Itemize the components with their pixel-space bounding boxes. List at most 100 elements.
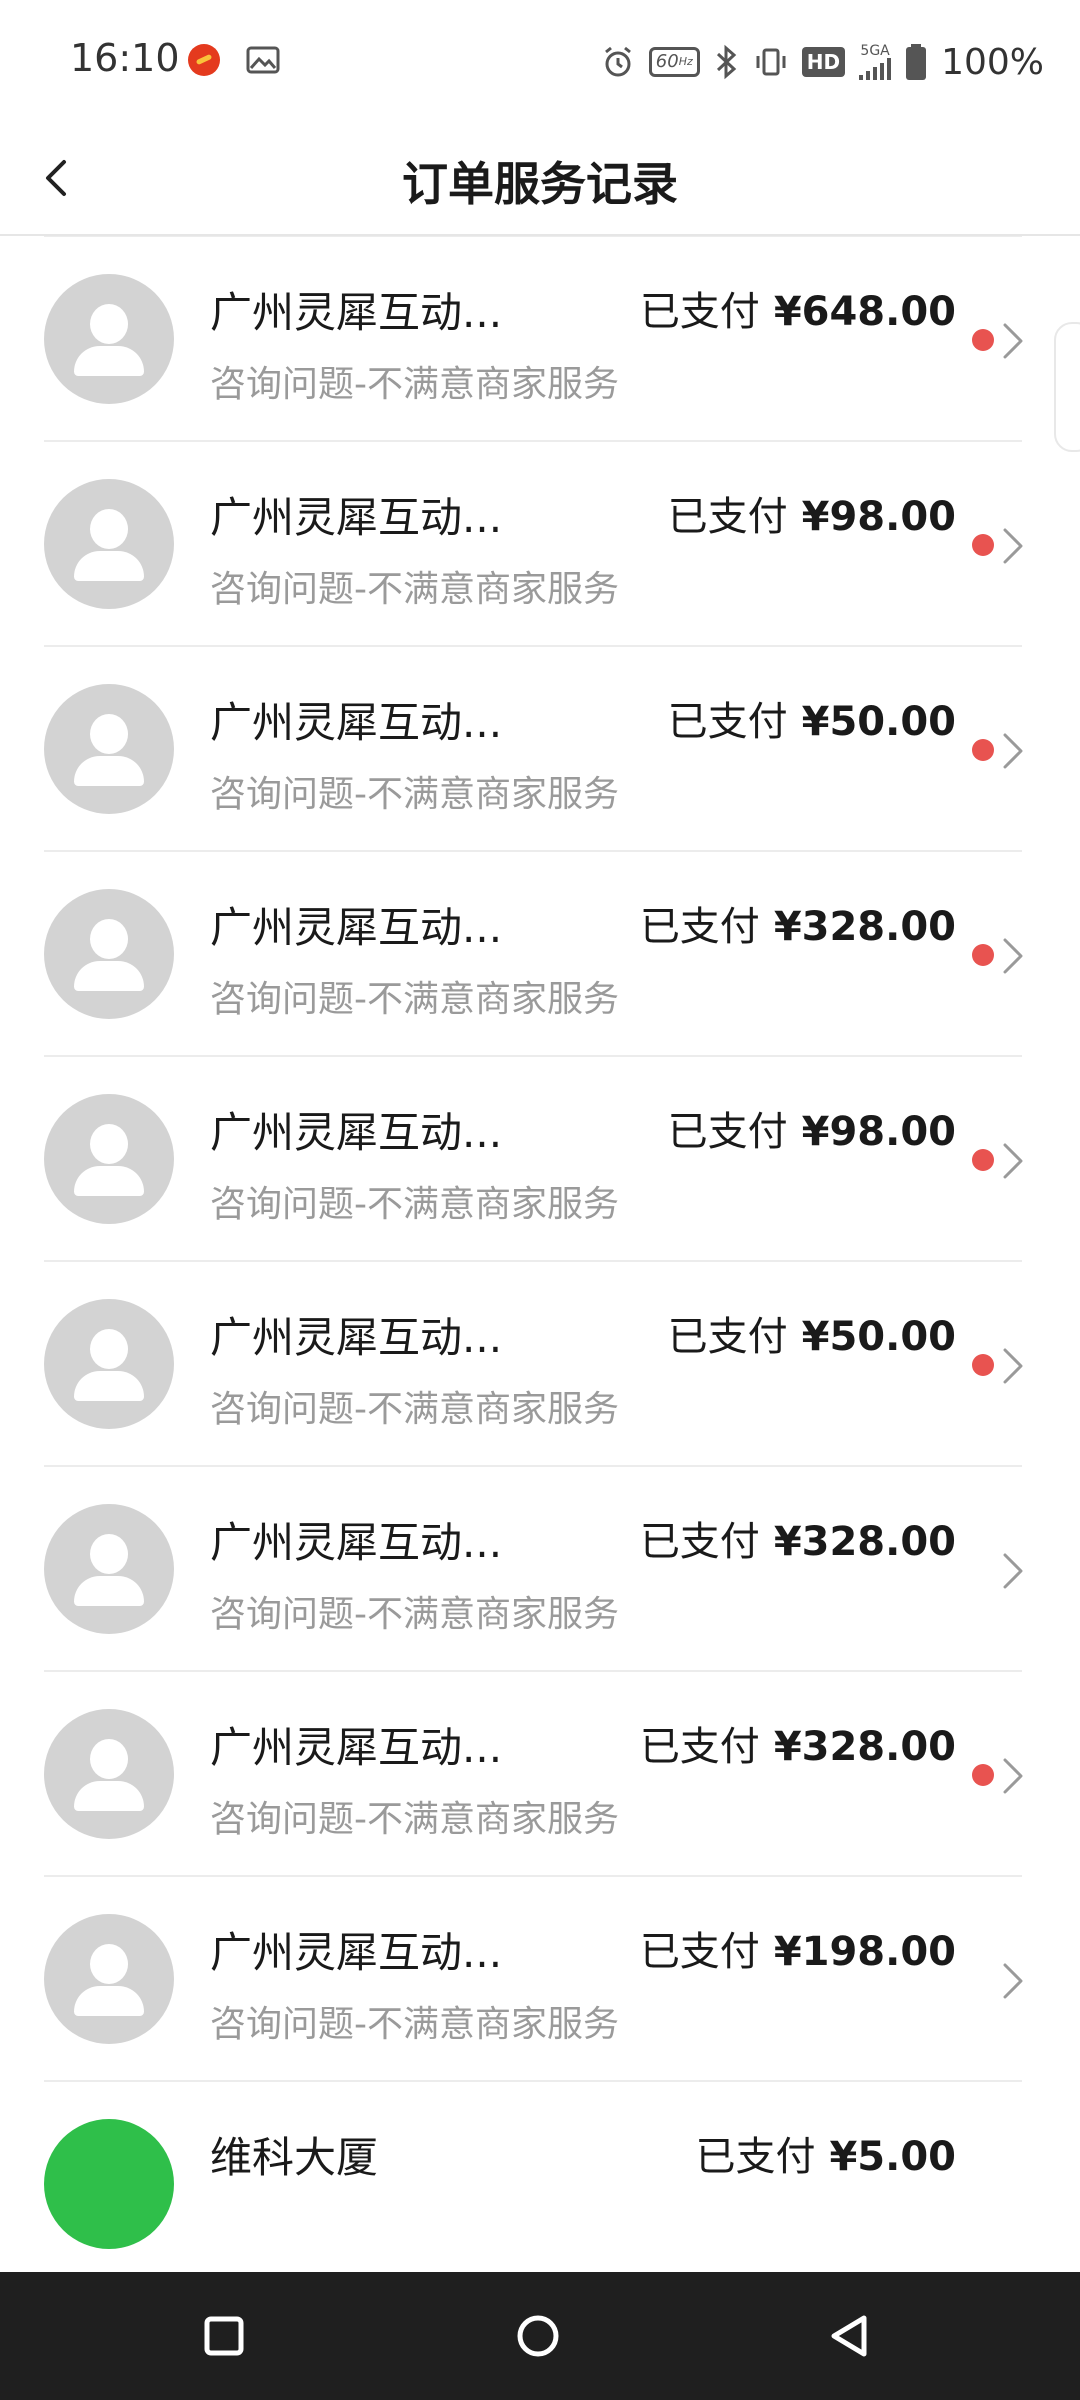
order-row[interactable]: 广州灵犀互动... 咨询问题-不满意商家服务 已支付 ¥648.00 <box>0 237 1080 442</box>
payment-info: 已支付 ¥328.00 <box>640 894 956 952</box>
payment-amount: ¥648.00 <box>773 289 956 335</box>
payment-amount: ¥50.00 <box>801 1314 956 1360</box>
home-button[interactable] <box>514 2312 562 2360</box>
payment-info: 已支付 ¥328.00 <box>640 1714 956 1772</box>
merchant-name: 广州灵犀互动... <box>210 1313 503 1362</box>
chevron-right-icon <box>1003 733 1023 769</box>
payment-info: 已支付 ¥648.00 <box>640 279 956 337</box>
battery-icon <box>905 43 927 81</box>
order-row[interactable]: 广州灵犀互动... 咨询问题-不满意商家服务 已支付 ¥198.00 <box>0 1877 1080 2082</box>
payment-status: 已支付 <box>639 1724 760 1770</box>
unread-dot-icon <box>972 534 994 556</box>
payment-amount: ¥328.00 <box>773 1724 956 1770</box>
merchant-avatar-icon <box>44 684 174 814</box>
payment-status: 已支付 <box>667 1314 788 1360</box>
battery-percent: 100% <box>941 41 1044 83</box>
merchant-name: 广州灵犀互动... <box>210 1518 503 1567</box>
refresh-rate-value: 60 <box>655 51 679 72</box>
order-row[interactable]: 广州灵犀互动... 咨询问题-不满意商家服务 已支付 ¥328.00 <box>0 1467 1080 1672</box>
payment-amount: ¥98.00 <box>801 1109 956 1155</box>
screen: 16:10 60 Hz HD 5GA 100% 订单服务记录 广州灵犀互动...… <box>0 0 1080 2400</box>
merchant-avatar-icon <box>44 889 174 1019</box>
payment-info: 已支付 ¥5.00 <box>695 2124 956 2182</box>
order-description: 咨询问题-不满意商家服务 <box>210 1184 619 1225</box>
payment-amount: ¥198.00 <box>773 1929 956 1975</box>
unread-dot-icon <box>972 1764 994 1786</box>
payment-status: 已支付 <box>667 699 788 745</box>
order-row[interactable]: 广州灵犀互动... 咨询问题-不满意商家服务 已支付 ¥328.00 <box>0 1672 1080 1877</box>
vibrate-icon <box>754 46 788 78</box>
payment-status: 已支付 <box>639 1519 760 1565</box>
refresh-rate-unit: Hz <box>678 55 693 68</box>
unread-dot-icon <box>972 944 994 966</box>
merchant-name: 广州灵犀互动... <box>210 1723 503 1772</box>
payment-status: 已支付 <box>667 1109 788 1155</box>
chevron-right-icon <box>1003 528 1023 564</box>
payment-info: 已支付 ¥198.00 <box>640 1919 956 1977</box>
order-description: 咨询问题-不满意商家服务 <box>210 2004 619 2045</box>
chevron-right-icon <box>1003 1143 1023 1179</box>
chevron-right-icon <box>1003 1963 1023 1999</box>
merchant-name: 广州灵犀互动... <box>210 903 503 952</box>
page-title: 订单服务记录 <box>402 157 678 211</box>
payment-info: 已支付 ¥98.00 <box>668 484 956 542</box>
merchant-avatar-icon <box>44 1094 174 1224</box>
payment-info: 已支付 ¥98.00 <box>668 1099 956 1157</box>
chevron-right-icon <box>1003 1348 1023 1384</box>
payment-status: 已支付 <box>639 1929 760 1975</box>
hd-voice-icon: HD <box>801 47 846 77</box>
network-type-label: 5GA <box>860 43 890 59</box>
order-row[interactable]: 广州灵犀互动... 咨询问题-不满意商家服务 已支付 ¥50.00 <box>0 647 1080 852</box>
chevron-right-icon <box>1003 938 1023 974</box>
recents-icon <box>204 2316 244 2356</box>
unread-dot-icon <box>972 1354 994 1376</box>
order-description: 咨询问题-不满意商家服务 <box>210 569 619 610</box>
signal-icon: 5GA <box>859 43 892 80</box>
app-notification-icon <box>188 44 220 76</box>
order-list[interactable]: 广州灵犀互动...咨询问题-不满意商家服务已支付¥98.00广州灵犀互动...咨… <box>0 32 1080 2287</box>
system-nav-bar <box>0 2272 1080 2400</box>
payment-status: 已支付 <box>639 289 760 335</box>
merchant-name: 广州灵犀互动... <box>210 1928 503 1977</box>
refresh-rate-icon: 60 Hz <box>648 47 700 77</box>
order-description: 咨询问题-不满意商家服务 <box>210 1389 619 1430</box>
order-description: 咨询问题-不满意商家服务 <box>210 1594 619 1635</box>
payment-amount: ¥50.00 <box>801 699 956 745</box>
payment-amount: ¥98.00 <box>801 494 956 540</box>
order-row[interactable]: 广州灵犀互动... 咨询问题-不满意商家服务 已支付 ¥98.00 <box>0 1057 1080 1262</box>
payment-info: 已支付 ¥328.00 <box>640 1509 956 1567</box>
merchant-name: 广州灵犀互动... <box>210 288 503 337</box>
payment-amount: ¥328.00 <box>773 904 956 950</box>
payment-info: 已支付 ¥50.00 <box>668 1304 956 1362</box>
merchant-avatar-icon <box>44 1504 174 1634</box>
order-description: 咨询问题-不满意商家服务 <box>210 979 619 1020</box>
floating-side-tab[interactable] <box>1054 322 1080 452</box>
status-time: 16:10 <box>70 36 180 80</box>
order-row[interactable]: 广州灵犀互动... 咨询问题-不满意商家服务 已支付 ¥328.00 <box>0 852 1080 1057</box>
payment-status: 已支付 <box>667 494 788 540</box>
unread-dot-icon <box>972 1149 994 1171</box>
status-bar: 16:10 60 Hz HD 5GA 100% <box>0 0 1080 120</box>
merchant-avatar-icon <box>44 2119 174 2249</box>
system-back-button[interactable] <box>826 2312 874 2360</box>
chevron-right-icon <box>1003 1553 1023 1589</box>
page-header: 订单服务记录 <box>0 120 1080 236</box>
back-triangle-icon <box>831 2315 867 2357</box>
payment-info: 已支付 ¥50.00 <box>668 689 956 747</box>
order-row[interactable]: 广州灵犀互动... 咨询问题-不满意商家服务 已支付 ¥98.00 <box>0 442 1080 647</box>
merchant-name: 广州灵犀互动... <box>210 1108 503 1157</box>
alarm-icon <box>601 45 635 79</box>
chevron-right-icon <box>1003 1758 1023 1794</box>
payment-amount: ¥5.00 <box>829 2134 956 2180</box>
order-row[interactable]: 维科大厦 已支付 ¥5.00 <box>0 2082 1080 2287</box>
merchant-name: 维科大厦 <box>210 2133 379 2182</box>
payment-status: 已支付 <box>639 904 760 950</box>
recents-button[interactable] <box>200 2312 248 2360</box>
payment-status: 已支付 <box>695 2134 816 2180</box>
order-description: 咨询问题-不满意商家服务 <box>210 364 619 405</box>
merchant-name: 广州灵犀互动... <box>210 698 503 747</box>
order-row[interactable]: 广州灵犀互动... 咨询问题-不满意商家服务 已支付 ¥50.00 <box>0 1262 1080 1467</box>
status-icons: 60 Hz HD 5GA 100% <box>601 40 1044 84</box>
merchant-avatar-icon <box>44 274 174 404</box>
order-description: 咨询问题-不满意商家服务 <box>210 774 619 815</box>
